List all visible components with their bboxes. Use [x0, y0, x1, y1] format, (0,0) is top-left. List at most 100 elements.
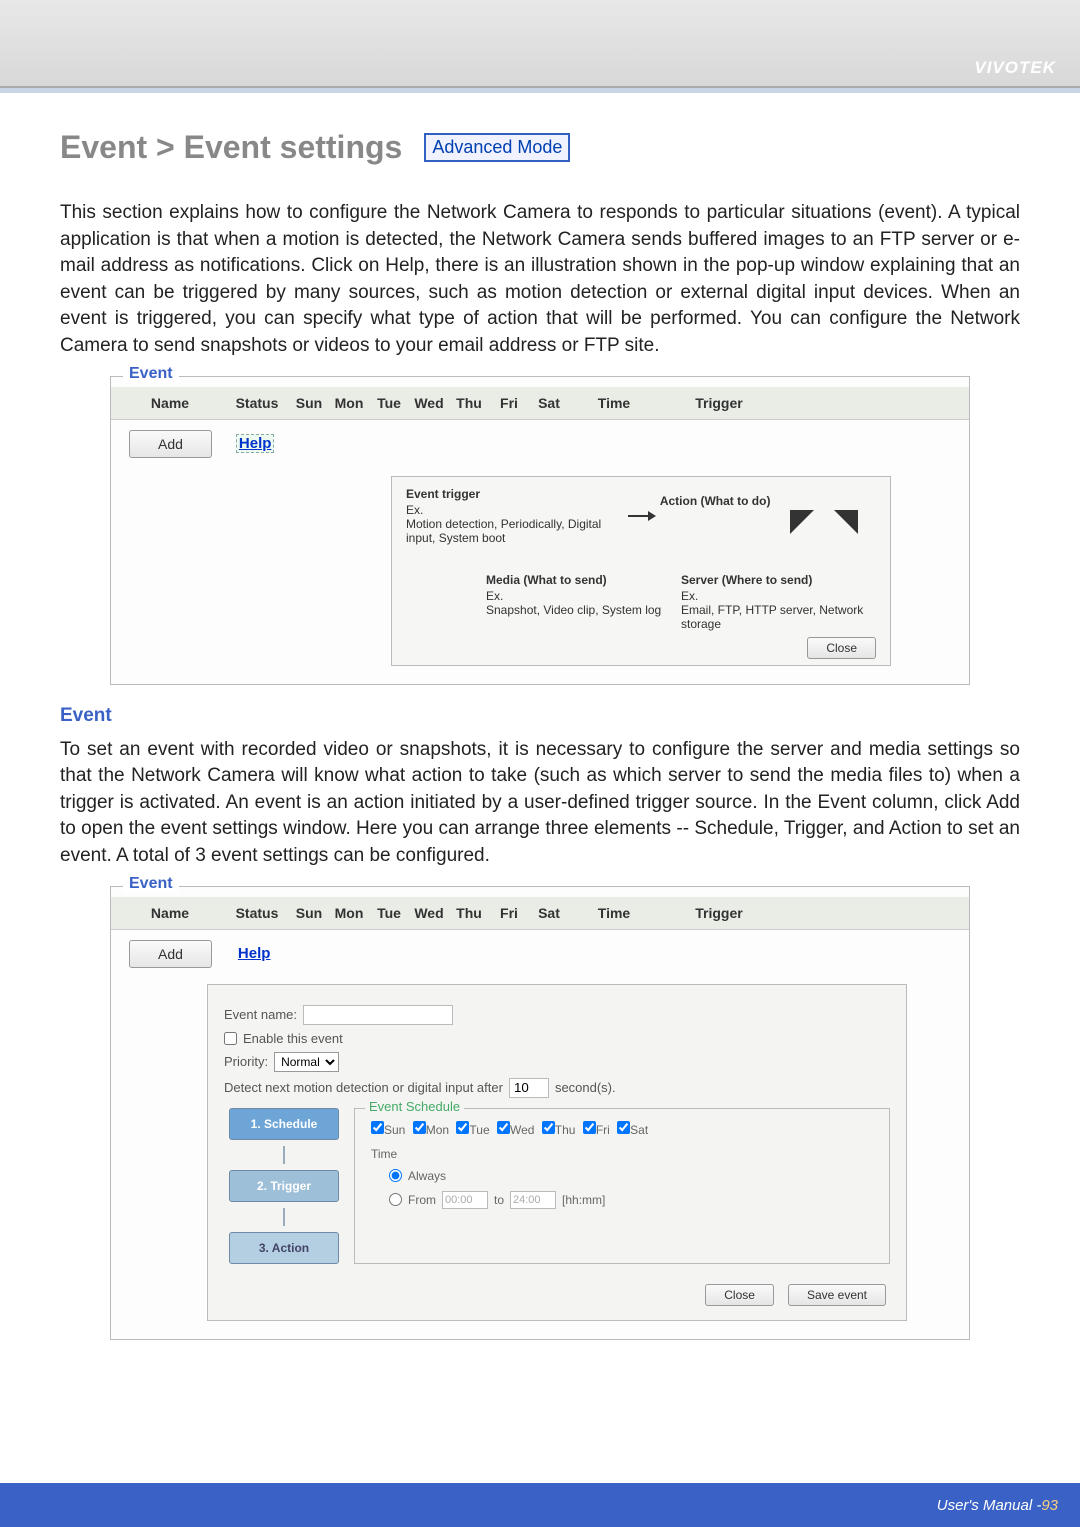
- col-sun: Sun: [289, 905, 329, 921]
- footer-page-number: 93: [1041, 1497, 1058, 1514]
- day-tue-label: Tue: [469, 1123, 489, 1137]
- from-time-input[interactable]: [442, 1191, 488, 1209]
- add-row: Add Help: [111, 420, 969, 468]
- mode-badge: Advanced Mode: [424, 133, 570, 162]
- event-schedule-legend: Event Schedule: [365, 1099, 464, 1114]
- priority-select[interactable]: Normal: [274, 1052, 339, 1072]
- col-tue: Tue: [369, 905, 409, 921]
- day-mon-label: Mon: [426, 1123, 449, 1137]
- col-time: Time: [569, 395, 659, 411]
- event-name-label: Event name:: [224, 1007, 297, 1022]
- help-link[interactable]: Help: [236, 945, 273, 962]
- from-label: From: [408, 1193, 436, 1207]
- page-title: Event > Event settings: [60, 129, 402, 166]
- add-button[interactable]: Add: [129, 430, 212, 458]
- step-schedule-button[interactable]: 1. Schedule: [229, 1108, 339, 1140]
- col-sun: Sun: [289, 395, 329, 411]
- page-footer: User's Manual - 93: [0, 1483, 1080, 1527]
- event-name-input[interactable]: [303, 1005, 453, 1025]
- from-radio[interactable]: [389, 1193, 402, 1206]
- help-link[interactable]: Help: [236, 434, 275, 453]
- media-title: Media (What to send): [486, 573, 681, 587]
- col-trigger: Trigger: [659, 395, 779, 411]
- heading-row: Event > Event settings Advanced Mode: [60, 129, 1020, 166]
- page-content: Event > Event settings Advanced Mode Thi…: [0, 93, 1080, 1384]
- form-close-button[interactable]: Close: [705, 1284, 774, 1306]
- enable-event-checkbox[interactable]: [224, 1032, 237, 1045]
- help-diagram-popup: Event trigger Ex. Motion detection, Peri…: [391, 476, 891, 666]
- time-label: Time: [371, 1147, 873, 1161]
- col-wed: Wed: [409, 905, 449, 921]
- step-connector-icon: [283, 1208, 285, 1226]
- col-status: Status: [225, 905, 289, 921]
- event-section-title: Event: [60, 705, 1020, 727]
- detect-label-suffix: second(s).: [555, 1080, 616, 1095]
- add-button[interactable]: Add: [129, 940, 212, 968]
- day-wed-label: Wed: [510, 1123, 534, 1137]
- days-row: Sun Mon Tue Wed Thu Fri Sat: [371, 1121, 873, 1137]
- detect-interval-input[interactable]: [509, 1078, 549, 1098]
- col-sat: Sat: [529, 905, 569, 921]
- day-sun-label: Sun: [384, 1123, 405, 1137]
- day-wed-checkbox[interactable]: [497, 1121, 510, 1134]
- to-time-input[interactable]: [510, 1191, 556, 1209]
- event-legend-2: Event: [123, 875, 179, 893]
- server-title: Server (Where to send): [681, 573, 876, 587]
- col-thu: Thu: [449, 905, 489, 921]
- day-sat-label: Sat: [630, 1123, 648, 1137]
- server-ex: Email, FTP, HTTP server, Network storage: [681, 603, 876, 631]
- day-thu-label: Thu: [555, 1123, 576, 1137]
- trigger-ex: Motion detection, Periodically, Digital …: [406, 517, 622, 545]
- arrow-down-right-icon: [834, 510, 858, 534]
- col-fri: Fri: [489, 395, 529, 411]
- col-mon: Mon: [329, 905, 369, 921]
- day-sun-checkbox[interactable]: [371, 1121, 384, 1134]
- event-panel: Event Name Status Sun Mon Tue Wed Thu Fr…: [110, 376, 970, 685]
- media-ex: Snapshot, Video clip, System log: [486, 603, 681, 617]
- event-table-header: Name Status Sun Mon Tue Wed Thu Fri Sat …: [111, 387, 969, 420]
- col-wed: Wed: [409, 395, 449, 411]
- event-body-paragraph: To set an event with recorded video or s…: [60, 737, 1020, 870]
- always-label: Always: [408, 1169, 446, 1183]
- col-status: Status: [225, 395, 289, 411]
- col-mon: Mon: [329, 395, 369, 411]
- col-time: Time: [569, 905, 659, 921]
- server-ex-label: Ex.: [681, 589, 876, 603]
- arrow-down-left-icon: [790, 510, 814, 534]
- intro-paragraph: This section explains how to configure t…: [60, 200, 1020, 360]
- hhmm-label: [hh:mm]: [562, 1193, 605, 1207]
- col-name: Name: [115, 395, 225, 411]
- footer-label: User's Manual -: [937, 1497, 1042, 1514]
- action-title: Action (What to do): [660, 494, 876, 508]
- top-bar: VIVOTEK: [0, 0, 1080, 88]
- add-row-2: Add Help: [111, 930, 969, 978]
- step-action-button[interactable]: 3. Action: [229, 1232, 339, 1264]
- event-panel-2: Event Name Status Sun Mon Tue Wed Thu Fr…: [110, 886, 970, 1340]
- save-event-button[interactable]: Save event: [788, 1284, 886, 1306]
- trigger-ex-label: Ex.: [406, 503, 622, 517]
- day-tue-checkbox[interactable]: [456, 1121, 469, 1134]
- arrow-right-icon: [628, 515, 654, 517]
- event-schedule-fieldset: Event Schedule Sun Mon Tue Wed Thu Fri S…: [354, 1108, 890, 1264]
- event-settings-form: Event name: Enable this event Priority: …: [207, 984, 907, 1321]
- step-column: 1. Schedule 2. Trigger 3. Action: [224, 1108, 344, 1264]
- col-trigger: Trigger: [659, 905, 779, 921]
- col-fri: Fri: [489, 905, 529, 921]
- col-thu: Thu: [449, 395, 489, 411]
- detect-label-prefix: Detect next motion detection or digital …: [224, 1080, 503, 1095]
- diagram-close-button[interactable]: Close: [807, 637, 876, 659]
- event-table-header-2: Name Status Sun Mon Tue Wed Thu Fri Sat …: [111, 897, 969, 930]
- to-label: to: [494, 1193, 504, 1207]
- step-trigger-button[interactable]: 2. Trigger: [229, 1170, 339, 1202]
- col-name: Name: [115, 905, 225, 921]
- event-legend: Event: [123, 365, 179, 383]
- col-sat: Sat: [529, 395, 569, 411]
- trigger-title: Event trigger: [406, 487, 622, 501]
- col-tue: Tue: [369, 395, 409, 411]
- day-mon-checkbox[interactable]: [413, 1121, 426, 1134]
- day-fri-label: Fri: [596, 1123, 610, 1137]
- day-sat-checkbox[interactable]: [617, 1121, 630, 1134]
- day-thu-checkbox[interactable]: [542, 1121, 555, 1134]
- day-fri-checkbox[interactable]: [583, 1121, 596, 1134]
- always-radio[interactable]: [389, 1169, 402, 1182]
